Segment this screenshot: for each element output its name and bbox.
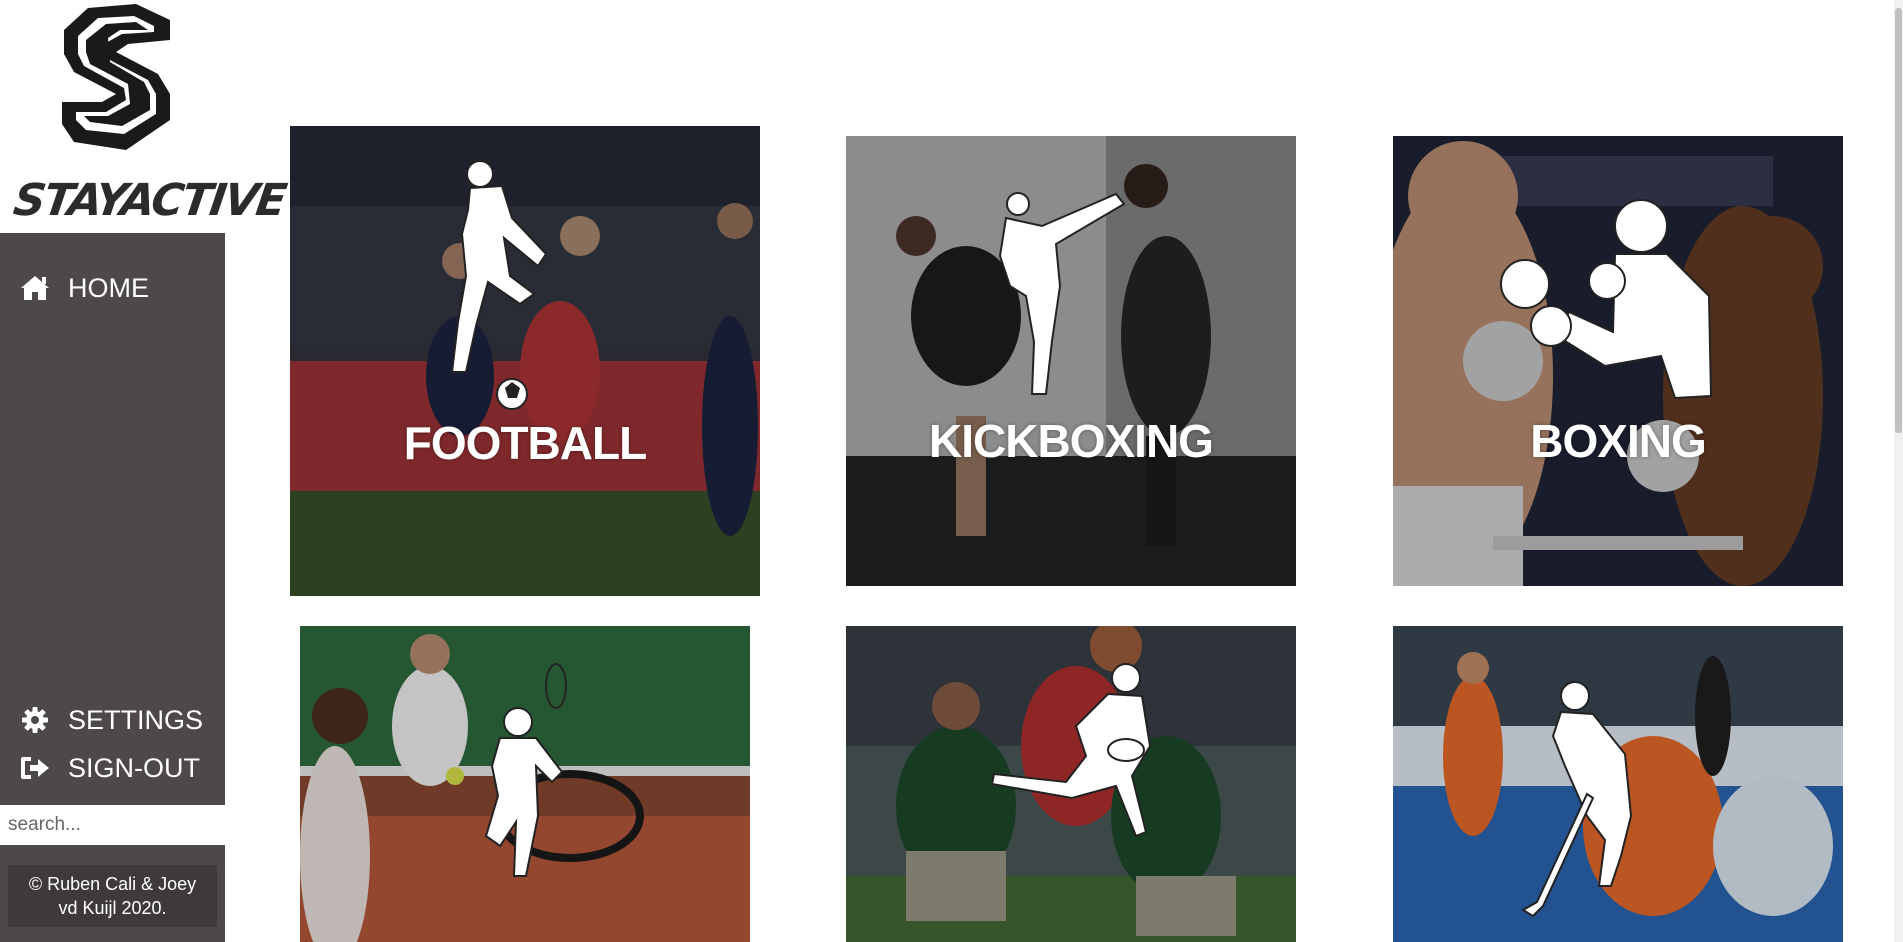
sport-tile-kickboxing[interactable]: KICKBOXING — [846, 136, 1296, 586]
sport-tile-tennis[interactable] — [300, 626, 750, 942]
search-input[interactable] — [0, 805, 225, 845]
copyright-line-1: © Ruben Cali & Joey — [28, 874, 197, 894]
home-icon — [18, 271, 52, 305]
sport-tile-football[interactable]: FOOTBALL — [290, 126, 760, 596]
brand-name: STAYACTIVE — [10, 175, 289, 226]
sport-tile-rugby[interactable] — [846, 626, 1296, 942]
boxing-photo — [1393, 136, 1843, 586]
nav-home-label: HOME — [68, 272, 149, 303]
sidebar-nav: HOME SETTINGS SIGN-OUT — [0, 233, 225, 805]
footer: © Ruben Cali & Joey vd Kuijl 2020. — [0, 845, 225, 942]
copyright: © Ruben Cali & Joey vd Kuijl 2020. — [8, 865, 217, 927]
nav-settings[interactable]: SETTINGS — [18, 703, 203, 737]
stayactive-logo-icon — [62, 4, 170, 150]
hockey-photo — [1393, 626, 1843, 942]
football-photo — [290, 126, 760, 596]
sport-tile-hockey[interactable] — [1393, 626, 1843, 942]
copyright-line-2: vd Kuijl 2020. — [58, 898, 167, 918]
sign-out-icon — [18, 751, 52, 785]
scrollbar-thumb[interactable] — [1895, 8, 1902, 433]
sport-label-kickboxing: KICKBOXING — [929, 415, 1214, 467]
page-scrollbar[interactable] — [1894, 0, 1903, 942]
nav-home[interactable]: HOME — [18, 271, 149, 305]
sport-label-boxing: BOXING — [1530, 415, 1706, 467]
nav-sign-out[interactable]: SIGN-OUT — [18, 751, 200, 785]
logo[interactable]: STAYACTIVE — [0, 0, 289, 233]
kickboxing-photo — [846, 136, 1296, 586]
tennis-photo — [300, 626, 750, 942]
sport-tile-boxing[interactable]: BOXING — [1393, 136, 1843, 586]
nav-settings-label: SETTINGS — [68, 704, 204, 735]
nav-sign-out-label: SIGN-OUT — [68, 752, 200, 783]
gear-icon — [18, 703, 52, 737]
rugby-photo — [846, 626, 1296, 942]
sport-label-football: FOOTBALL — [403, 417, 647, 469]
